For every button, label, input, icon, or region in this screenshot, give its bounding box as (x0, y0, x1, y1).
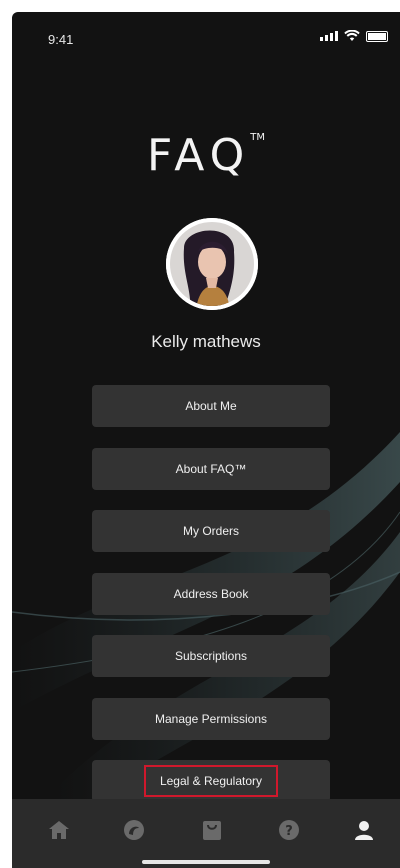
highlight-box: Legal & Regulatory (143, 765, 279, 797)
tab-bar: ? (12, 799, 400, 868)
my-orders-button[interactable]: My Orders (92, 510, 330, 552)
user-name: Kelly mathews (151, 332, 261, 351)
brand-logo: FAQTM (12, 130, 400, 181)
avatar[interactable] (166, 218, 258, 310)
subscriptions-button[interactable]: Subscriptions (92, 635, 330, 677)
manage-permissions-button[interactable]: Manage Permissions (92, 697, 330, 740)
profile-icon (355, 821, 373, 840)
profile-menu: About Me About FAQ™ My Orders Address Bo… (92, 385, 330, 823)
about-faq-button[interactable]: About FAQ™ (92, 447, 330, 490)
status-bar: 9:41 (12, 12, 400, 62)
tab-help[interactable]: ? (276, 817, 302, 843)
avatar-image (166, 218, 258, 310)
tab-discover[interactable] (121, 817, 147, 843)
trademark-mark: TM (250, 132, 265, 144)
battery-icon (366, 30, 388, 42)
tab-shop[interactable] (199, 817, 225, 843)
shop-bag-icon (203, 821, 221, 840)
legal-regulatory-label: Legal & Regulatory (159, 774, 263, 788)
tab-profile[interactable] (351, 817, 377, 843)
app-screen: 9:41 FAQTM Kelly mathews About Me About … (12, 12, 400, 868)
home-indicator[interactable] (142, 860, 270, 864)
address-book-button[interactable]: Address Book (92, 572, 330, 615)
tab-home[interactable] (46, 817, 72, 843)
wifi-icon (344, 30, 360, 41)
svg-text:?: ? (285, 824, 293, 839)
logo-text: FAQ (147, 130, 251, 181)
cellular-signal-icon (320, 31, 338, 41)
home-icon (49, 821, 69, 839)
about-me-button[interactable]: About Me (92, 385, 330, 427)
status-time: 9:41 (48, 32, 74, 47)
legal-regulatory-button[interactable]: Legal & Regulatory (92, 760, 330, 802)
status-icons (320, 30, 388, 42)
discover-icon (124, 820, 144, 840)
help-icon: ? (279, 820, 299, 840)
